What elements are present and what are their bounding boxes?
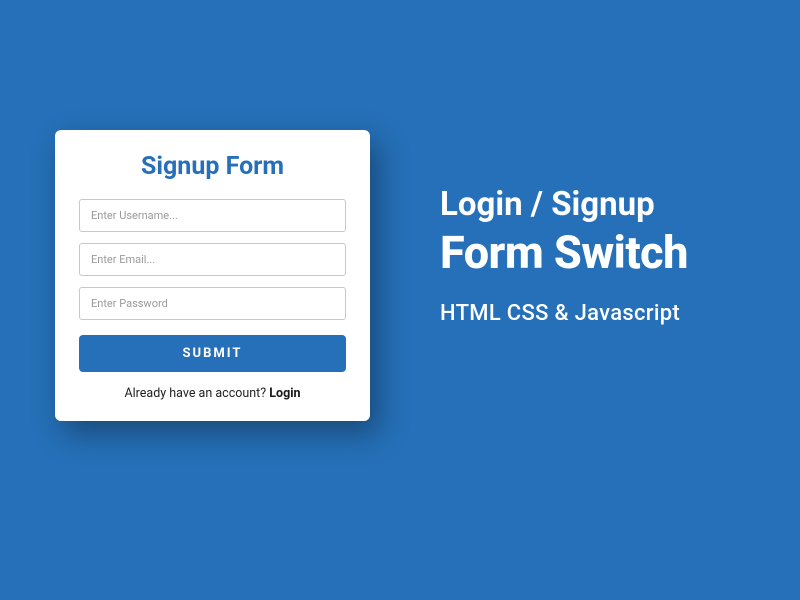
form-title: Signup Form: [79, 152, 346, 181]
login-link[interactable]: Login: [269, 386, 300, 401]
switch-prompt: Already have an account?: [124, 386, 269, 401]
hero-section: Login / Signup Form Switch HTML CSS & Ja…: [440, 185, 688, 326]
email-input[interactable]: [79, 243, 346, 276]
submit-button[interactable]: SUBMIT: [79, 335, 346, 372]
username-input[interactable]: [79, 199, 346, 232]
hero-heading-line2: Form Switch: [440, 226, 688, 279]
password-input[interactable]: [79, 287, 346, 320]
hero-subtitle: HTML CSS & Javascript: [440, 301, 688, 326]
hero-heading-line1: Login / Signup: [440, 185, 688, 224]
signup-form-card: Signup Form SUBMIT Already have an accou…: [55, 130, 370, 421]
switch-account-text: Already have an account? Login: [79, 386, 346, 401]
